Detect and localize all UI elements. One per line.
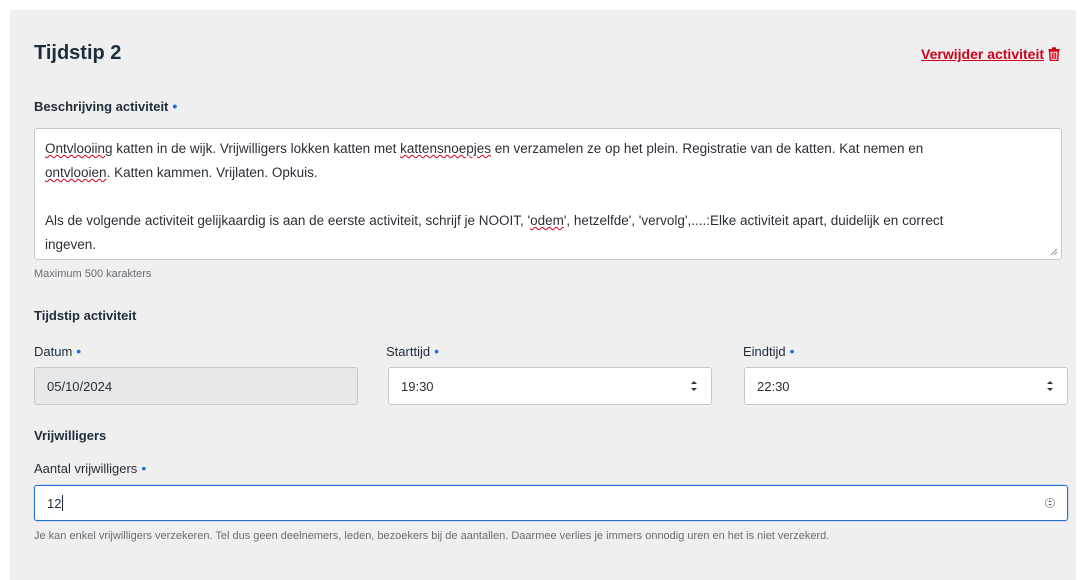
time-heading: Tijdstip activiteit <box>34 308 137 323</box>
start-time-select[interactable]: 19:30 <box>388 367 712 405</box>
volunteer-count-value: 12 <box>47 495 62 511</box>
activity-panel: Tijdstip 2 Verwijder activiteit Beschrij… <box>10 10 1076 580</box>
start-time-value: 19:30 <box>401 378 434 394</box>
volunteer-hint: Je kan enkel vrijwilligers verzekeren. T… <box>34 530 830 542</box>
select-arrows-icon <box>691 381 697 391</box>
section-title: Tijdstip 2 <box>34 42 122 64</box>
required-dot-icon: • <box>76 343 82 359</box>
required-dot-icon: • <box>434 343 439 359</box>
description-textarea[interactable]: Ontvlooiing katten in de wijk. Vrijwilli… <box>34 128 1062 260</box>
description-label: Beschrijving activiteit • <box>34 98 178 114</box>
date-field: 05/10/2024 <box>34 367 358 405</box>
description-line-4: ingeven. <box>45 237 97 252</box>
end-time-label: Eindtijd • <box>743 343 795 359</box>
description-line-2: ontvlooien. Katten kammen. Vrijlaten. Op… <box>45 165 318 180</box>
description-line-1: Ontvlooiing katten in de wijk. Vrijwilli… <box>45 141 924 156</box>
end-time-select[interactable]: 22:30 <box>744 367 1068 405</box>
volunteer-count-label: Aantal vrijwilligers • <box>34 460 147 476</box>
end-time-value: 22:30 <box>757 378 790 394</box>
required-dot-icon: • <box>789 343 795 359</box>
required-dot-icon: • <box>172 98 178 114</box>
volunteer-count-input[interactable]: 12 <box>34 485 1068 521</box>
required-dot-icon: • <box>141 460 147 476</box>
remove-activity-label: Verwijder activiteit <box>921 46 1044 62</box>
remove-activity-link[interactable]: Verwijder activiteit <box>921 46 1060 62</box>
resize-grip-icon[interactable] <box>1050 248 1058 256</box>
date-label: Datum • <box>34 343 82 359</box>
start-time-label: Starttijd • <box>386 343 439 359</box>
text-caret <box>62 495 64 511</box>
description-line-3: Als de volgende activiteit gelijkaardig … <box>45 213 944 228</box>
volunteers-heading: Vrijwilligers <box>34 428 107 443</box>
trash-icon <box>1048 47 1060 61</box>
select-arrows-icon <box>1047 381 1053 391</box>
description-hint: Maximum 500 karakters <box>34 268 152 280</box>
date-value: 05/10/2024 <box>47 378 113 394</box>
number-stepper-icon[interactable] <box>1045 495 1055 511</box>
